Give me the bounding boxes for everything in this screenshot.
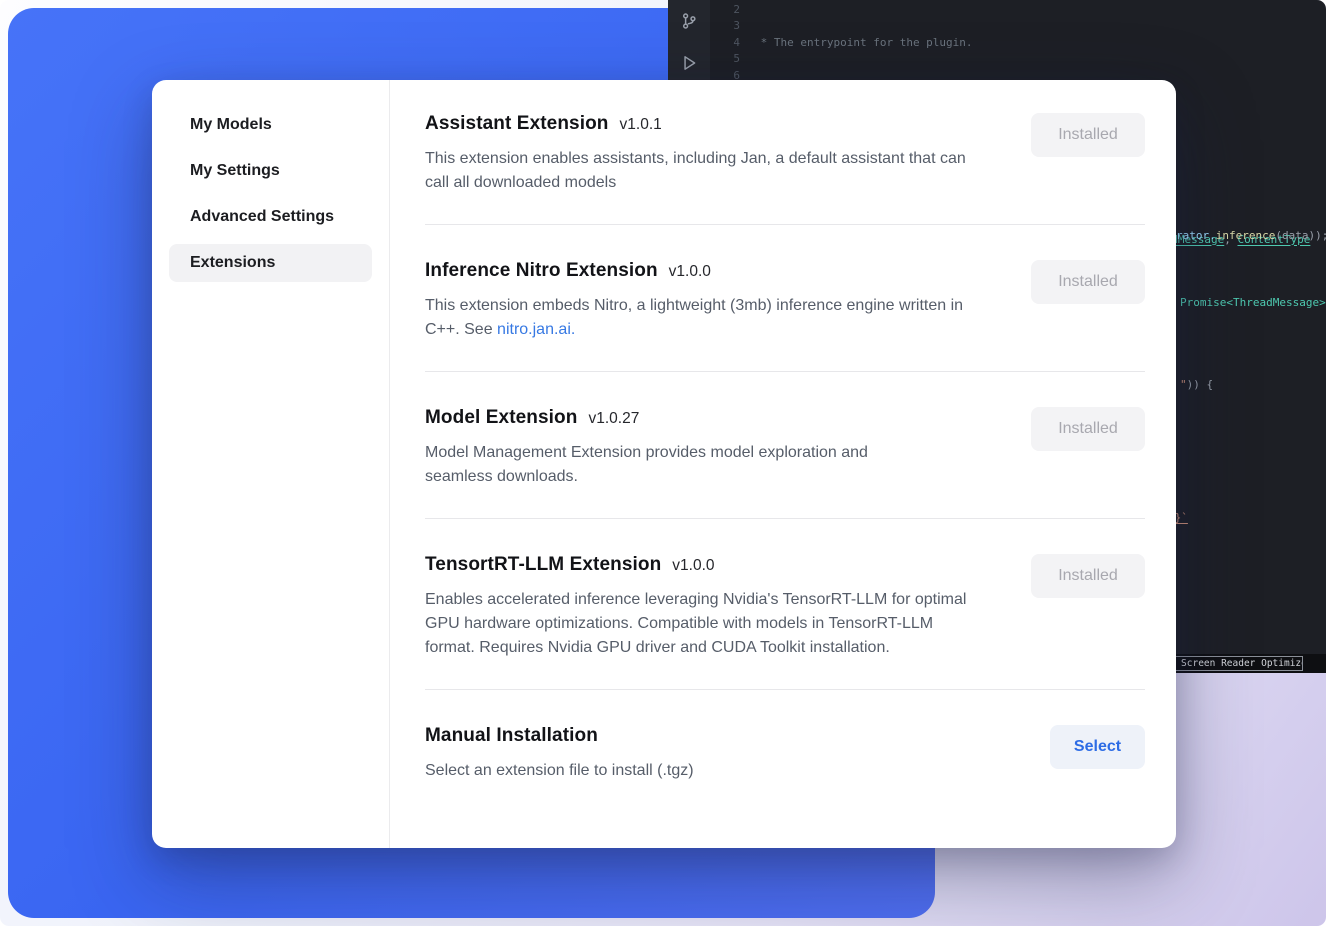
manual-installation-description: Select an extension file to install (.tg…	[425, 759, 694, 783]
sidebar-item-extensions[interactable]: Extensions	[169, 244, 372, 282]
run-debug-icon	[680, 54, 698, 72]
manual-installation-title: Manual Installation	[425, 725, 598, 747]
code-fragment-brace: ")) {	[1180, 378, 1213, 391]
extension-row-nitro: Inference Nitro Extension v1.0.0 This ex…	[425, 260, 1145, 372]
extension-description: This extension embeds Nitro, a lightweig…	[425, 294, 970, 342]
extension-version: v1.0.1	[620, 116, 662, 134]
settings-modal: My Models My Settings Advanced Settings …	[152, 80, 1176, 848]
extension-info: TensortRT-LLM Extension v1.0.0 Enables a…	[425, 554, 970, 660]
screen-reader-badge: Screen Reader Optimized	[1175, 656, 1303, 671]
extension-title: TensortRT-LLM Extension	[425, 554, 661, 576]
source-control-icon	[680, 12, 698, 30]
settings-sidebar: My Models My Settings Advanced Settings …	[152, 80, 390, 848]
code-fragment-inference: rator.inference(data));	[1176, 229, 1326, 242]
code-fragment-promise: Promise<ThreadMessage>	[1180, 296, 1326, 309]
extension-version: v1.0.0	[669, 263, 711, 281]
extension-row-model: Model Extension v1.0.27 Model Management…	[425, 407, 1145, 519]
extension-info: Inference Nitro Extension v1.0.0 This ex…	[425, 260, 970, 342]
extension-info: Assistant Extension v1.0.1 This extensio…	[425, 113, 970, 195]
extension-row-tensorrt: TensortRT-LLM Extension v1.0.0 Enables a…	[425, 554, 1145, 690]
extension-version: v1.0.0	[672, 557, 714, 575]
extension-description: Model Management Extension provides mode…	[425, 441, 895, 489]
extension-version: v1.0.27	[588, 410, 639, 428]
extension-row-assistant: Assistant Extension v1.0.1 This extensio…	[425, 113, 1145, 225]
installed-button[interactable]: Installed	[1031, 554, 1145, 598]
extension-title: Model Extension	[425, 407, 577, 429]
manual-installation-row: Manual Installation Select an extension …	[425, 725, 1145, 812]
installed-button[interactable]: Installed	[1031, 407, 1145, 451]
code-comment: * The entrypoint for the plugin.	[754, 36, 973, 49]
line-numbers: 2 3 4 5 6	[712, 2, 740, 84]
extensions-panel: Assistant Extension v1.0.1 This extensio…	[390, 80, 1176, 848]
page: 2 3 4 5 6 * The entrypoint for the plugi…	[0, 0, 1326, 926]
select-file-button[interactable]: Select	[1050, 725, 1145, 769]
installed-button[interactable]: Installed	[1031, 260, 1145, 304]
extension-title: Inference Nitro Extension	[425, 260, 658, 282]
extension-info: Model Extension v1.0.27 Model Management…	[425, 407, 895, 489]
extension-title: Assistant Extension	[425, 113, 609, 135]
extension-description: Enables accelerated inference leveraging…	[425, 588, 970, 660]
nitro-jan-ai-link[interactable]: nitro.jan.ai.	[497, 321, 575, 338]
extension-info: Manual Installation Select an extension …	[425, 725, 694, 783]
sidebar-item-my-models[interactable]: My Models	[169, 106, 372, 144]
sidebar-item-advanced-settings[interactable]: Advanced Settings	[169, 198, 372, 236]
extension-description: This extension enables assistants, inclu…	[425, 147, 970, 195]
sidebar-item-my-settings[interactable]: My Settings	[169, 152, 372, 190]
installed-button[interactable]: Installed	[1031, 113, 1145, 157]
